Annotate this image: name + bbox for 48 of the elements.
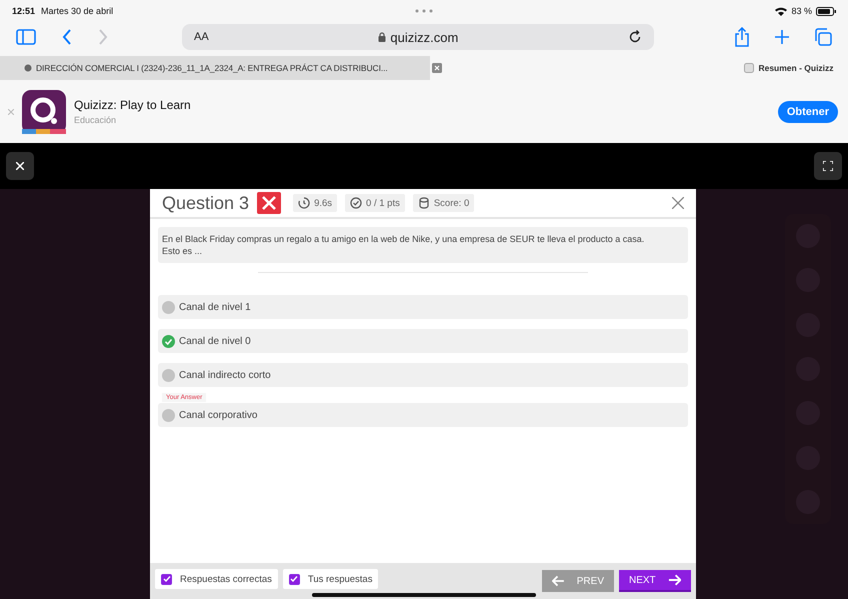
status-time: 12:51 bbox=[12, 6, 36, 16]
answer-option: Canal indirecto corto bbox=[158, 363, 688, 388]
battery-percent: 83 % bbox=[791, 6, 812, 16]
question-title: Question 3 bbox=[162, 192, 250, 214]
close-icon[interactable] bbox=[8, 108, 14, 114]
more-dots-icon[interactable] bbox=[415, 9, 433, 13]
arrow-left-icon bbox=[552, 575, 565, 587]
share-icon[interactable] bbox=[734, 27, 750, 47]
check-circle-icon bbox=[350, 197, 362, 209]
app-name: Quizizz: Play to Learn bbox=[74, 98, 191, 112]
wifi-icon bbox=[775, 6, 788, 16]
reload-icon[interactable] bbox=[628, 30, 642, 44]
site-icon bbox=[744, 63, 754, 73]
app-category: Educación bbox=[74, 115, 118, 125]
next-button[interactable]: NEXT bbox=[619, 570, 691, 592]
address-bar[interactable]: AA quizizz.com bbox=[182, 24, 654, 50]
answer-option: Canal de nivel 0 bbox=[158, 329, 688, 354]
check-icon bbox=[290, 575, 298, 583]
close-icon[interactable] bbox=[672, 197, 684, 209]
score-value: Score: 0 bbox=[434, 198, 470, 208]
close-tab-icon[interactable] bbox=[432, 63, 442, 73]
fullscreen-icon bbox=[823, 161, 833, 171]
filter-checkbox[interactable]: Respuestas correctas bbox=[155, 569, 278, 589]
time-value: 9.6s bbox=[314, 198, 332, 208]
answer-option: Canal de nivel 1 bbox=[158, 295, 688, 320]
close-icon bbox=[16, 162, 24, 170]
status-date: Martes 30 de abril bbox=[41, 6, 114, 16]
battery-icon bbox=[816, 6, 836, 16]
arrow-right-icon bbox=[668, 574, 681, 586]
get-button[interactable]: Obtener bbox=[778, 100, 838, 122]
new-tab-icon[interactable] bbox=[774, 29, 790, 45]
site-icon bbox=[24, 64, 32, 72]
coins-icon bbox=[418, 197, 430, 209]
points-value: 0 / 1 pts bbox=[366, 198, 400, 208]
sidebar-icon[interactable] bbox=[16, 29, 36, 45]
filter-checkbox[interactable]: Tus respuestas bbox=[282, 569, 378, 589]
tabs-overview-icon[interactable] bbox=[814, 28, 832, 46]
lock-icon bbox=[378, 32, 386, 42]
url-text: quizizz.com bbox=[390, 30, 458, 44]
fullscreen-button[interactable] bbox=[814, 152, 842, 180]
answer-option: Canal corporativo bbox=[158, 403, 688, 428]
text-size-button[interactable]: AA bbox=[194, 31, 209, 43]
close-button[interactable] bbox=[6, 152, 34, 180]
app-logo-icon bbox=[22, 90, 66, 134]
timer-icon bbox=[298, 197, 310, 209]
question-text: En el Black Friday compras un regalo a tu amigo en la web de Nike, y una empresa de SEUR te lleva el producto a casa. Esto es ... bbox=[158, 227, 688, 264]
check-icon bbox=[162, 575, 170, 583]
back-icon[interactable] bbox=[62, 29, 72, 45]
